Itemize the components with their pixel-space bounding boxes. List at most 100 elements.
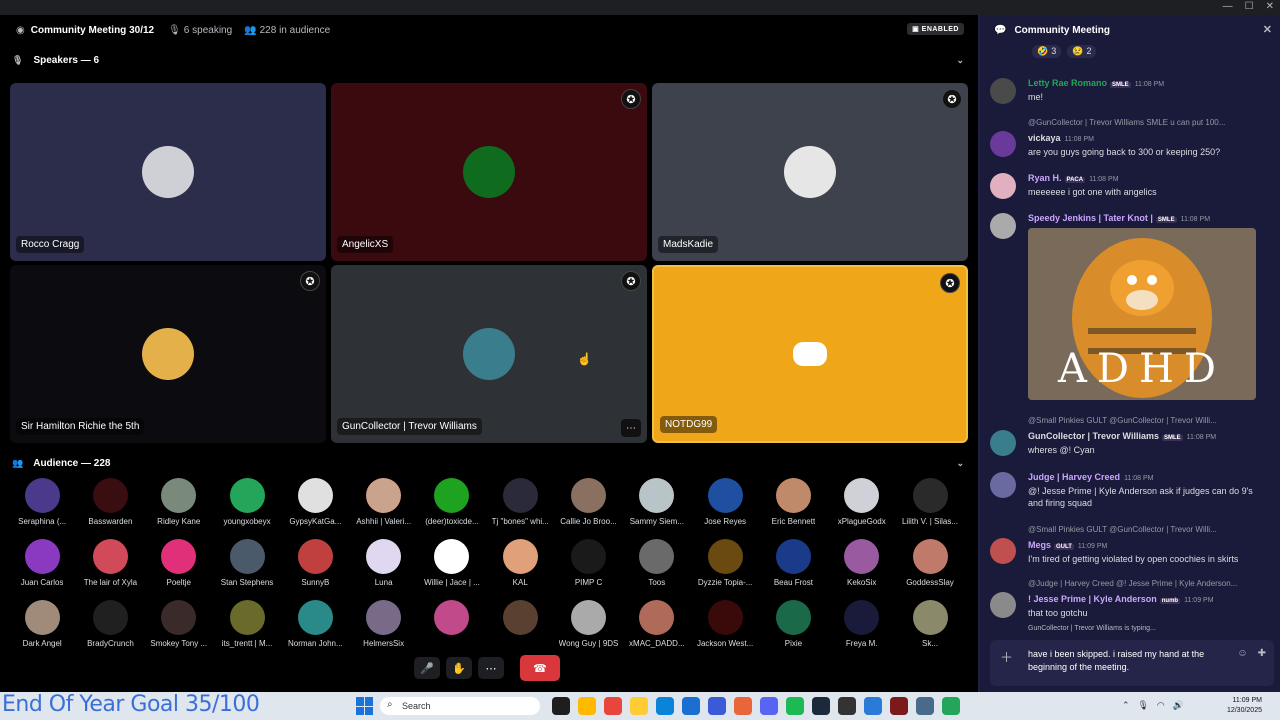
reply-preview[interactable]: @Small Pinkies GULT @GunCollector | Trev… [1028,416,1268,425]
audience-member[interactable]: Seraphina (... [8,476,76,537]
taskbar-app-icon[interactable] [630,697,648,715]
audience-member[interactable]: youngxobeyx [213,476,281,537]
audience-member[interactable]: Willie | Jace | ... [418,537,486,598]
message-input[interactable]: ＋ have i been skipped. i raised my hand … [990,640,1274,686]
audience-member[interactable]: Wong Guy | 9DS [554,598,622,659]
taskbar-app-icon[interactable] [656,697,674,715]
taskbar-app-icon[interactable] [552,697,570,715]
reaction-chip[interactable]: 😢 2 [1067,45,1097,58]
audience-member[interactable] [418,598,486,659]
audience-member[interactable]: KekoSix [828,537,896,598]
audience-member[interactable]: Smokey Tony ... [145,598,213,659]
reply-preview[interactable]: @Judge | Harvey Creed @! Jesse Prime | K… [1028,579,1268,588]
speaker-tile[interactable]: NOTDG99 ✪ [652,265,968,443]
speaker-tile[interactable]: AngelicXS ✪ [331,83,647,261]
audience-member[interactable]: Luna [349,537,417,598]
audience-member[interactable]: KAL [486,537,554,598]
taskbar-app-icon[interactable] [708,697,726,715]
audience-member[interactable]: xPlagueGodx [828,476,896,537]
taskbar-app-icon[interactable] [578,697,596,715]
speaker-tile[interactable]: MadsKadie ✪ [652,83,968,261]
attach-plus-icon[interactable]: ＋ [1000,647,1013,666]
message-author[interactable]: vickaya 11:08 PM [1028,133,1094,143]
audience-member[interactable]: Basswarden [76,476,144,537]
reply-preview[interactable]: @Small Pinkies GULT @GunCollector | Trev… [1028,525,1268,534]
taskbar-app-icon[interactable] [682,697,700,715]
audience-member[interactable]: (deer)toxicde... [418,476,486,537]
maximize-button[interactable]: ☐ [1245,1,1254,12]
audience-member[interactable]: Callie Jo Broo... [554,476,622,537]
user-avatar[interactable] [990,538,1016,564]
audience-member[interactable]: Jackson West... [691,598,759,659]
apps-icon[interactable]: ✚ [1258,648,1266,659]
audience-member[interactable]: xMAC_DADD... [623,598,691,659]
gif-attachment[interactable]: ADHD [1028,228,1256,400]
emoji-icon[interactable]: ☺ [1237,648,1247,659]
audience-member[interactable]: Dyzzie Topia-... [691,537,759,598]
audience-member[interactable]: SunnyB [281,537,349,598]
audience-member[interactable] [486,598,554,659]
user-avatar[interactable] [990,131,1016,157]
taskbar-app-icon[interactable] [838,697,856,715]
speaker-badge-icon[interactable]: ✪ [621,271,641,291]
speaker-badge-icon[interactable]: ✪ [621,89,641,109]
speaker-tile[interactable]: Sir Hamilton Richie the 5th ✪ [10,265,326,443]
user-avatar[interactable] [990,78,1016,104]
audience-member[interactable]: Dark Angel [8,598,76,659]
audience-member[interactable]: Poeltje [145,537,213,598]
user-avatar[interactable] [990,213,1016,239]
audience-member[interactable]: Norman John... [281,598,349,659]
message-author[interactable]: Megs GULT 11:09 PM [1028,540,1107,550]
taskbar-app-icon[interactable] [786,697,804,715]
audience-member[interactable]: Sk... [896,598,964,659]
audience-section-header[interactable]: 👥 Audience — 228 ⌄ [0,452,978,474]
audience-member[interactable]: BradyCrunch [76,598,144,659]
audience-member[interactable]: Lilith V. | Silas... [896,476,964,537]
audience-member[interactable]: GoddessSlay [896,537,964,598]
audience-member[interactable]: Tj "bones" whi... [486,476,554,537]
windows-start-icon[interactable] [356,697,374,715]
speaker-tile[interactable]: Rocco Cragg [10,83,326,261]
speakers-section-header[interactable]: 🎙 Speakers — 6 ⌄ [0,49,978,71]
audience-member[interactable]: HelmersSix [349,598,417,659]
close-icon[interactable]: ✕ [1263,23,1272,36]
audience-member[interactable]: The lair of Xyla [76,537,144,598]
mic-tray-icon[interactable]: 🎙 [1137,700,1148,711]
close-window-button[interactable]: ✕ [1266,1,1274,12]
user-avatar[interactable] [990,472,1016,498]
message-author[interactable]: GunCollector | Trevor Williams SMLE 11:08 … [1028,431,1216,441]
audience-member[interactable]: Ashhii | Valeri... [349,476,417,537]
speaker-badge-icon[interactable]: ✪ [942,89,962,109]
reply-preview[interactable]: @GunCollector | Trevor Williams SMLE u c… [1028,118,1268,127]
audience-member[interactable]: Beau Frost [759,537,827,598]
message-author[interactable]: ! Jesse Prime | Kyle Anderson numb 11:09 P… [1028,594,1214,604]
leave-stage-button[interactable]: ☎ [520,655,560,681]
audience-member[interactable]: its_trentt | M... [213,598,281,659]
chevron-down-icon[interactable]: ⌄ [956,458,964,469]
minimize-button[interactable]: — [1223,1,1233,12]
audience-member[interactable]: GypsyKatGa... [281,476,349,537]
audience-member[interactable]: Sammy Siem... [623,476,691,537]
audience-member[interactable]: Stan Stephens [213,537,281,598]
audience-member[interactable]: Toos [623,537,691,598]
more-options-button[interactable]: ⋯ [478,657,504,679]
audience-member[interactable]: Juan Carlos [8,537,76,598]
audience-member[interactable]: Freya M. [828,598,896,659]
reaction-chip[interactable]: 🤣 3 [1032,45,1062,58]
audience-member[interactable]: PIMP C [554,537,622,598]
speaker-tile[interactable]: GunCollector | Trevor Williams ✪ ⋯ [331,265,647,443]
message-author[interactable]: Ryan H. PACA 11:08 PM [1028,173,1119,183]
tile-more-button[interactable]: ⋯ [621,419,641,437]
audience-member[interactable]: Jose Reyes [691,476,759,537]
taskbar-search[interactable]: ⌕ Search [380,697,540,715]
chevron-down-icon[interactable]: ⌄ [956,55,964,66]
volume-icon[interactable]: 🔊 [1173,700,1184,711]
message-author[interactable]: Judge | Harvey Creed 11:08 PM [1028,472,1154,482]
taskbar-app-icon[interactable] [734,697,752,715]
audience-member[interactable]: Eric Bennett [759,476,827,537]
taskbar-app-icon[interactable] [890,697,908,715]
user-avatar[interactable] [990,430,1016,456]
taskbar-app-icon[interactable] [942,697,960,715]
user-avatar[interactable] [990,173,1016,199]
taskbar-app-icon[interactable] [864,697,882,715]
